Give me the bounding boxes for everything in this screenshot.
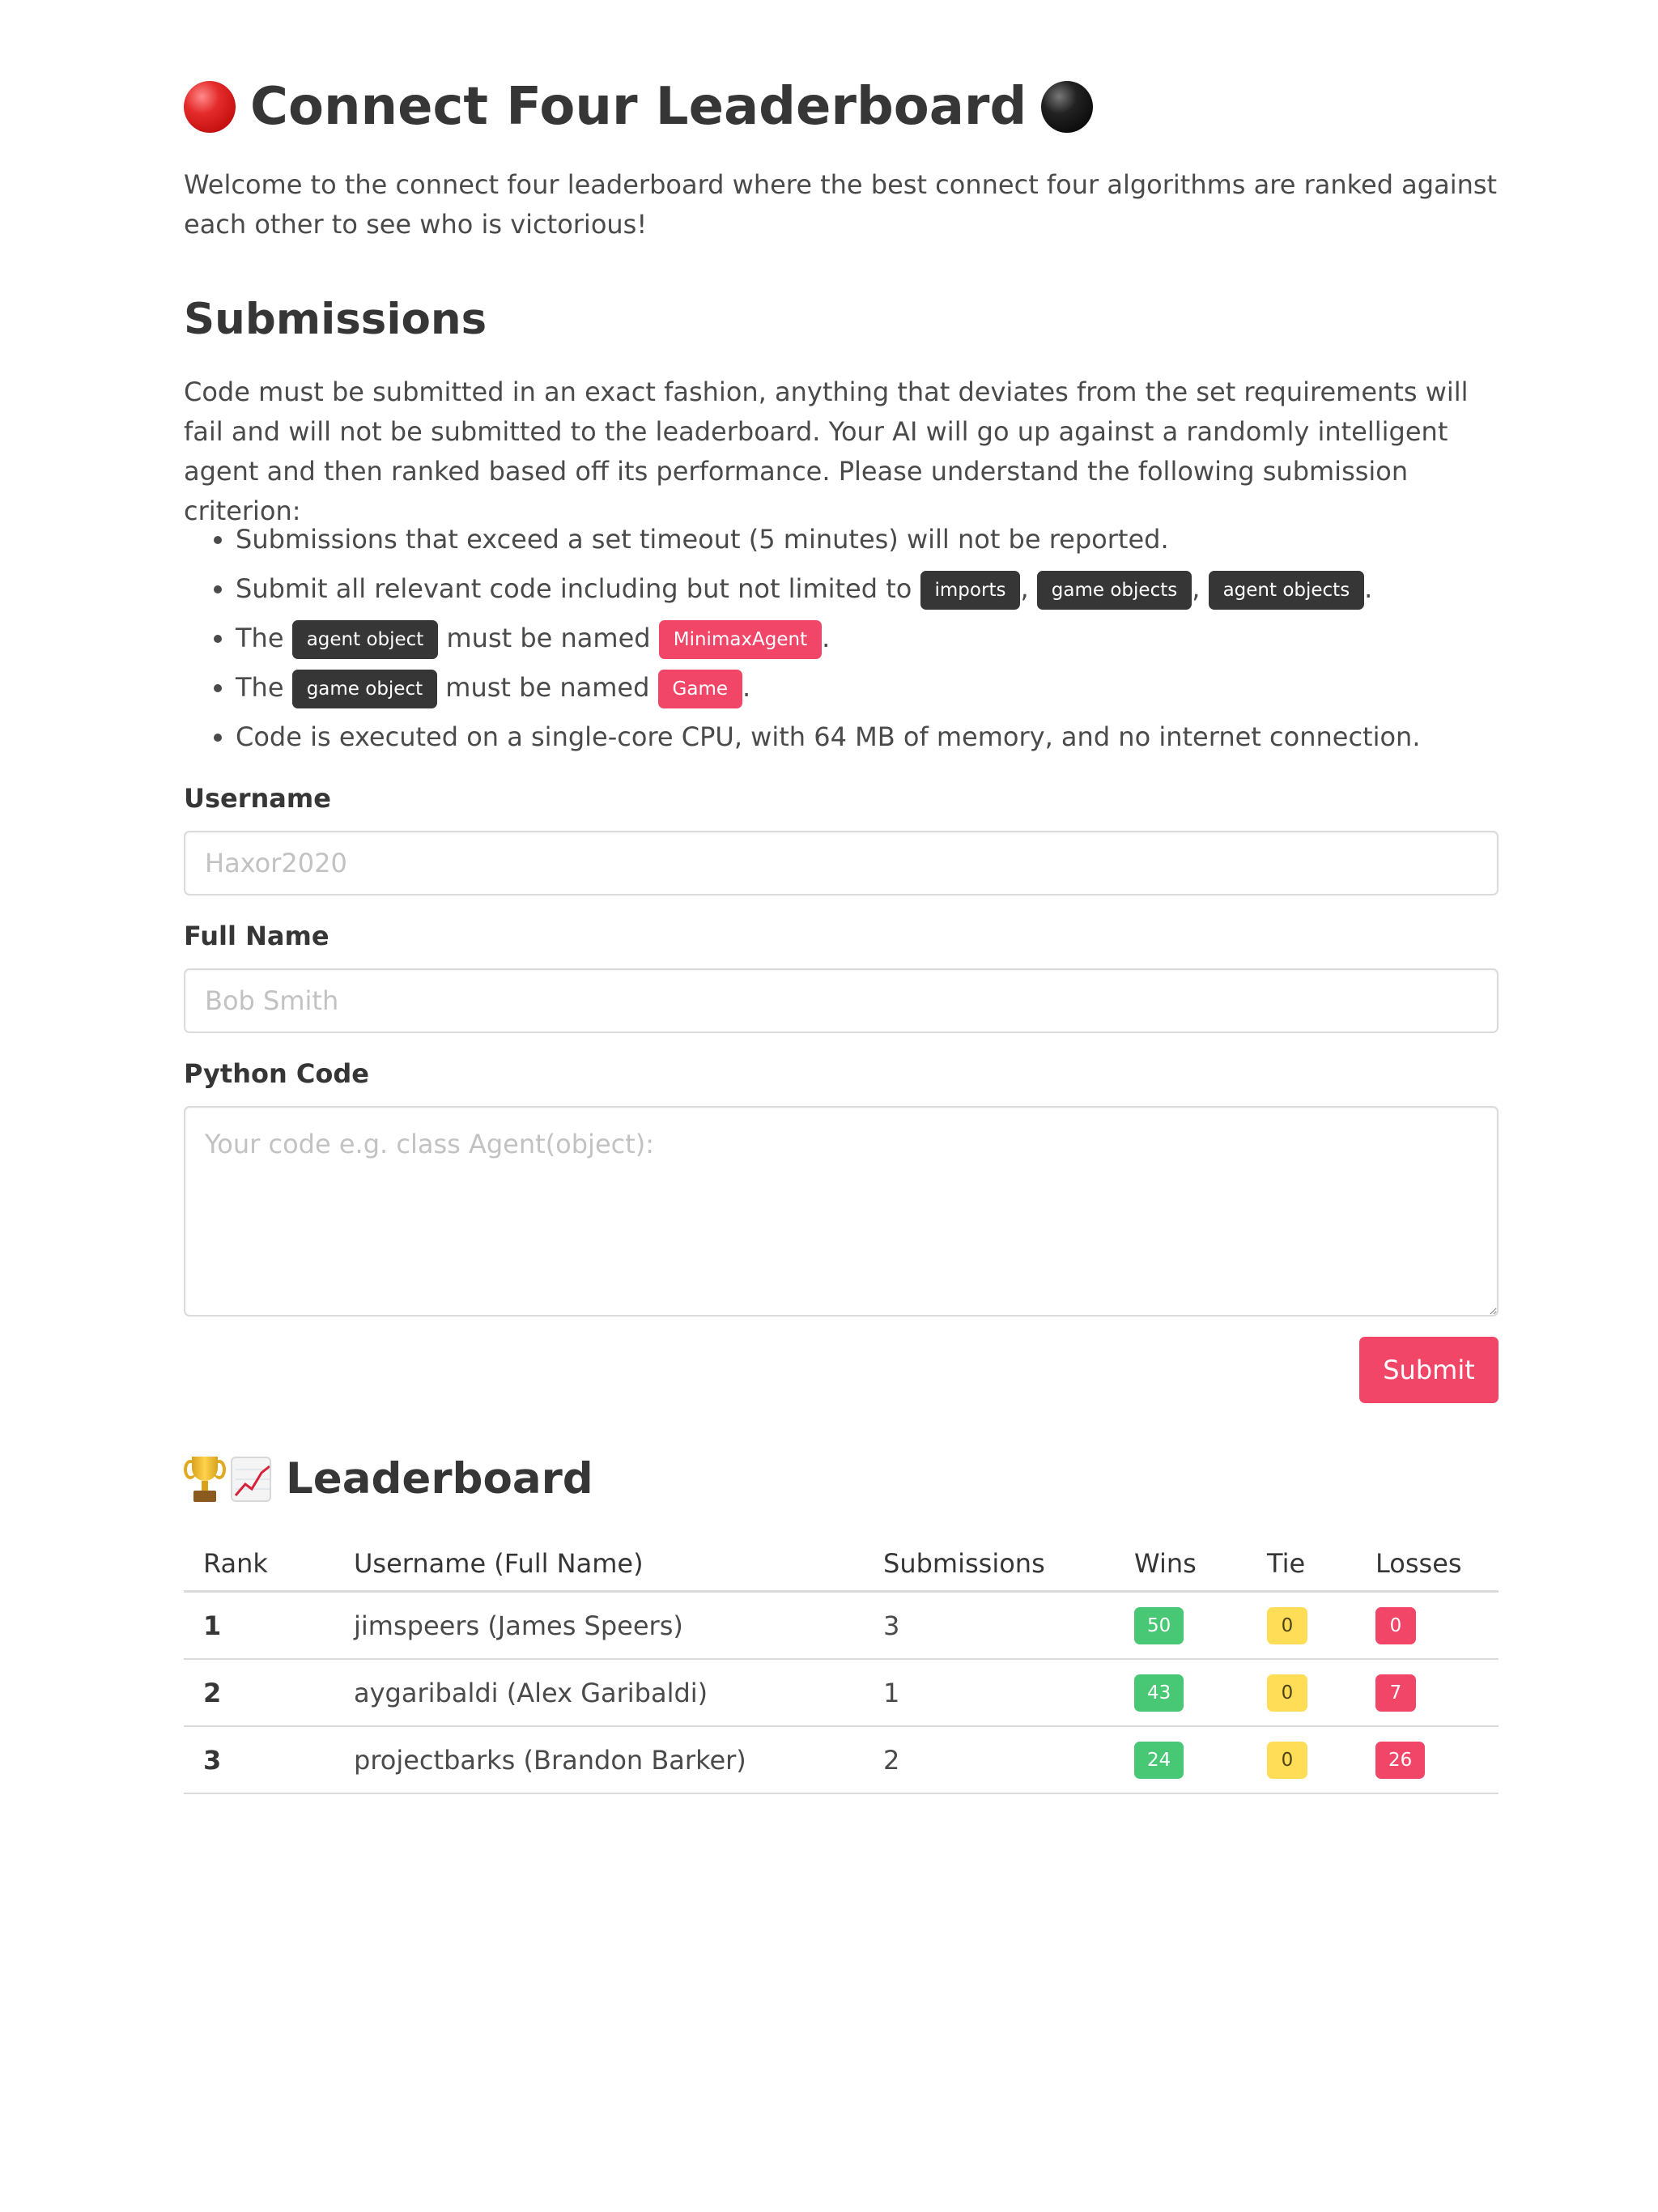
table-row: 1 jimspeers (James Speers) 3 50 0 0 — [184, 1591, 1499, 1660]
submissions-description: Code must be submitted in an exact fashi… — [184, 376, 1469, 526]
red-disc-icon — [184, 81, 236, 133]
table-row: 3 projectbarks (Brandon Barker) 2 24 0 2… — [184, 1726, 1499, 1794]
criteria-item-game-name: The game object must be named Game. — [236, 663, 1499, 713]
tie-cell: 0 — [1248, 1659, 1356, 1727]
submissions-cell: 1 — [864, 1659, 1115, 1727]
column-header-submissions: Submissions — [864, 1537, 1115, 1593]
losses-cell: 0 — [1356, 1591, 1499, 1660]
losses-badge: 7 — [1375, 1674, 1416, 1712]
trophy-icon — [184, 1455, 226, 1504]
tie-badge: 0 — [1267, 1741, 1307, 1779]
tie-badge: 0 — [1267, 1674, 1307, 1712]
column-header-wins: Wins — [1115, 1537, 1248, 1593]
wins-badge: 50 — [1134, 1606, 1184, 1644]
table-header-row: Rank Username (Full Name) Submissions Wi… — [184, 1537, 1499, 1593]
rank-cell: 1 — [184, 1591, 334, 1660]
tie-cell: 0 — [1248, 1726, 1356, 1794]
intro-text: Welcome to the connect four leaderboard … — [184, 169, 1498, 240]
criteria-item-game-prefix: The — [236, 672, 284, 703]
tie-cell: 0 — [1248, 1591, 1356, 1660]
game-name-tag: Game — [657, 670, 743, 708]
losses-cell: 26 — [1356, 1726, 1499, 1794]
full-name-input[interactable] — [184, 968, 1499, 1033]
column-header-username: Username (Full Name) — [334, 1537, 864, 1593]
submissions-cell: 3 — [864, 1591, 1115, 1660]
rank-cell: 2 — [184, 1659, 334, 1727]
criteria-item-relevant-code: Submit all relevant code including but n… — [236, 564, 1499, 614]
criteria-item-environment-text: Code is executed on a single-core CPU, w… — [236, 721, 1421, 752]
column-header-rank: Rank — [184, 1537, 334, 1593]
username-cell: jimspeers (James Speers) — [334, 1591, 864, 1660]
losses-badge: 0 — [1375, 1606, 1416, 1644]
page-title-text: Connect Four Leaderboard — [250, 77, 1027, 137]
criteria-item-agent-prefix: The — [236, 623, 284, 653]
criteria-item-environment: Code is executed on a single-core CPU, w… — [236, 713, 1499, 762]
page-title: Connect Four Leaderboard — [184, 71, 1094, 143]
table-row: 2 aygaribaldi (Alex Garibaldi) 1 43 0 7 — [184, 1659, 1499, 1727]
wins-cell: 50 — [1115, 1591, 1248, 1660]
agent-object-tag: agent object — [291, 620, 439, 659]
losses-badge: 26 — [1375, 1741, 1426, 1779]
criteria-item-agent-name: The agent object must be named MinimaxAg… — [236, 614, 1499, 663]
leaderboard-heading-text: Leaderboard — [286, 1454, 593, 1504]
criteria-item-relevant-code-text: Submit all relevant code including but n… — [236, 573, 912, 604]
wins-badge: 43 — [1134, 1674, 1184, 1712]
username-input[interactable] — [184, 831, 1499, 895]
submit-button[interactable]: Submit — [1359, 1337, 1499, 1403]
python-code-textarea[interactable] — [184, 1106, 1499, 1317]
agent-objects-tag: agent objects — [1208, 571, 1365, 610]
criteria-item-timeout-text: Submissions that exceed a set timeout (5… — [236, 524, 1169, 555]
full-name-label: Full Name — [184, 921, 329, 951]
submissions-cell: 2 — [864, 1726, 1115, 1794]
imports-tag: imports — [920, 571, 1021, 610]
chart-increasing-icon — [231, 1457, 271, 1502]
wins-badge: 24 — [1134, 1741, 1184, 1779]
leaderboard-table: Rank Username (Full Name) Submissions Wi… — [184, 1537, 1499, 1794]
criteria-item-timeout: Submissions that exceed a set timeout (5… — [236, 515, 1499, 564]
criteria-item-game-middle: must be named — [445, 672, 650, 703]
game-objects-tag: game objects — [1036, 571, 1192, 610]
wins-cell: 24 — [1115, 1726, 1248, 1794]
tie-badge: 0 — [1267, 1606, 1307, 1644]
column-header-losses: Losses — [1356, 1537, 1499, 1593]
losses-cell: 7 — [1356, 1659, 1499, 1727]
game-object-tag: game object — [291, 670, 438, 708]
minimax-agent-tag: MinimaxAgent — [658, 620, 823, 659]
rank-cell: 3 — [184, 1726, 334, 1794]
submissions-heading: Submissions — [184, 295, 487, 344]
leaderboard-heading: Leaderboard — [184, 1451, 593, 1508]
python-code-label: Python Code — [184, 1058, 369, 1089]
username-cell: aygaribaldi (Alex Garibaldi) — [334, 1659, 864, 1727]
wins-cell: 43 — [1115, 1659, 1248, 1727]
username-cell: projectbarks (Brandon Barker) — [334, 1726, 864, 1794]
criteria-item-agent-middle: must be named — [446, 623, 651, 653]
column-header-tie: Tie — [1248, 1537, 1356, 1593]
criteria-list: Submissions that exceed a set timeout (5… — [184, 515, 1499, 762]
black-disc-icon — [1041, 81, 1094, 133]
username-label: Username — [184, 783, 331, 814]
